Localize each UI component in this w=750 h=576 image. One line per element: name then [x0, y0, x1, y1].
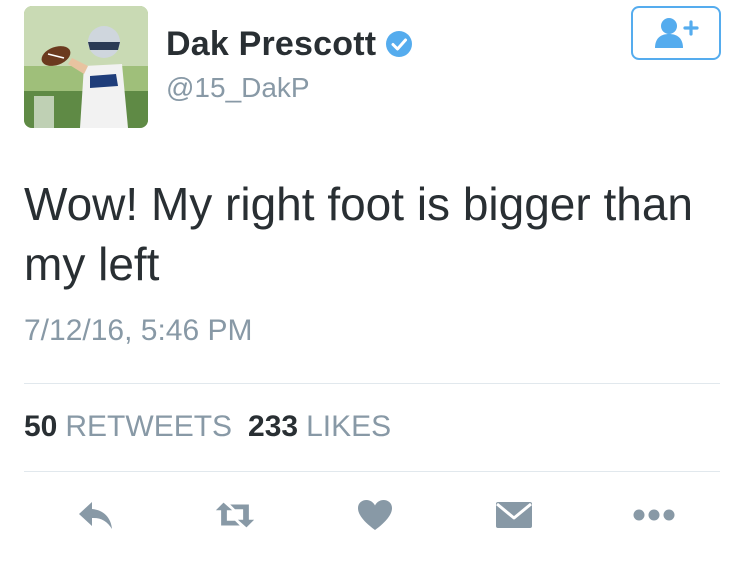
add-user-icon — [655, 18, 699, 48]
retweets-count: 50 — [24, 410, 58, 443]
like-button[interactable] — [353, 495, 397, 535]
likes-label: LIKES — [306, 410, 392, 443]
divider — [24, 383, 720, 384]
avatar[interactable] — [24, 6, 148, 128]
more-options-icon — [633, 509, 675, 521]
retweet-button[interactable] — [213, 495, 257, 535]
verified-badge-icon — [385, 30, 413, 58]
divider — [24, 471, 720, 472]
tweet-stats: 50 RETWEETS 233 LIKES — [24, 410, 391, 444]
retweets-label: RETWEETS — [65, 410, 233, 443]
reply-icon — [79, 502, 112, 529]
display-name[interactable]: Dak Prescott — [166, 25, 376, 64]
follow-button[interactable] — [631, 6, 721, 60]
retweets-stat[interactable]: 50 RETWEETS — [24, 410, 232, 443]
direct-message-button[interactable] — [492, 495, 536, 535]
tweet-timestamp[interactable]: 7/12/16, 5:46 PM — [24, 314, 253, 348]
tweet-text: Wow! My right foot is bigger than my lef… — [24, 178, 693, 290]
user-handle[interactable]: @15_DakP — [166, 72, 310, 104]
envelope-icon — [496, 502, 532, 528]
likes-count: 233 — [248, 410, 299, 443]
name-row: Dak Prescott — [166, 24, 413, 64]
more-button[interactable] — [632, 495, 676, 535]
reply-button[interactable] — [74, 495, 118, 535]
likes-stat[interactable]: 233 LIKES — [248, 410, 391, 443]
retweet-icon — [215, 502, 255, 528]
heart-icon — [358, 500, 392, 530]
